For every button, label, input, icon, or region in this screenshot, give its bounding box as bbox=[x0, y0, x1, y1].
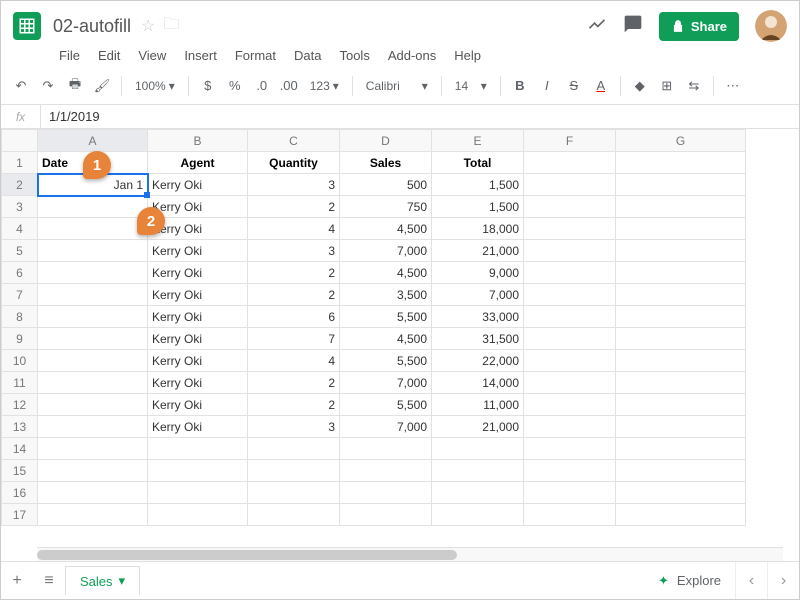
menu-edit[interactable]: Edit bbox=[90, 46, 128, 65]
currency-icon[interactable]: $ bbox=[198, 76, 218, 96]
table-row: 9Kerry Oki74,50031,500 bbox=[2, 328, 746, 350]
col-header-e[interactable]: E bbox=[432, 130, 524, 152]
table-row: 3Kerry Oki27501,500 bbox=[2, 196, 746, 218]
col-header-g[interactable]: G bbox=[616, 130, 746, 152]
menu-file[interactable]: File bbox=[51, 46, 88, 65]
bold-icon[interactable]: B bbox=[510, 76, 530, 96]
cell[interactable]: Agent bbox=[148, 152, 248, 174]
row-header[interactable]: 2 bbox=[2, 174, 38, 196]
fx-label: fx bbox=[1, 105, 41, 128]
callout-2: 2 bbox=[137, 207, 165, 235]
menu-data[interactable]: Data bbox=[286, 46, 329, 65]
cell[interactable]: Quantity bbox=[248, 152, 340, 174]
nav-right-icon[interactable]: › bbox=[767, 562, 799, 599]
decrease-decimal-icon[interactable]: .0 bbox=[252, 76, 272, 96]
menu-addons[interactable]: Add-ons bbox=[380, 46, 444, 65]
sheet-tab-bar: + ≡ Sales ▾ ✦Explore ‹ › bbox=[1, 561, 799, 599]
col-header-b[interactable]: B bbox=[148, 130, 248, 152]
cell[interactable] bbox=[524, 152, 616, 174]
menu-help[interactable]: Help bbox=[446, 46, 489, 65]
cell[interactable]: Kerry Oki bbox=[148, 174, 248, 196]
table-row: 10Kerry Oki45,50022,000 bbox=[2, 350, 746, 372]
table-row: 13Kerry Oki37,00021,000 bbox=[2, 416, 746, 438]
more-icon[interactable]: ⋯ bbox=[723, 76, 743, 96]
table-row: 1 Date Agent Quantity Sales Total bbox=[2, 152, 746, 174]
select-all-corner[interactable] bbox=[2, 130, 38, 152]
text-color-icon[interactable]: A bbox=[591, 76, 611, 96]
table-row: 12Kerry Oki25,50011,000 bbox=[2, 394, 746, 416]
strike-icon[interactable]: S bbox=[564, 76, 584, 96]
cell[interactable]: 1,500 bbox=[432, 174, 524, 196]
table-row: 7Kerry Oki23,5007,000 bbox=[2, 284, 746, 306]
table-row: 8Kerry Oki65,50033,000 bbox=[2, 306, 746, 328]
explore-button[interactable]: ✦Explore bbox=[644, 573, 735, 589]
italic-icon[interactable]: I bbox=[537, 76, 557, 96]
cell[interactable] bbox=[524, 174, 616, 196]
menu-view[interactable]: View bbox=[130, 46, 174, 65]
menu-tools[interactable]: Tools bbox=[331, 46, 377, 65]
row-header[interactable]: 1 bbox=[2, 152, 38, 174]
col-header-a[interactable]: A bbox=[38, 130, 148, 152]
borders-icon[interactable]: ⊞ bbox=[657, 76, 677, 96]
table-row: 4Kerry Oki44,50018,000 bbox=[2, 218, 746, 240]
table-row: 5Kerry Oki37,00021,000 bbox=[2, 240, 746, 262]
title-bar: 02-autofill ☆ 🗀 Share bbox=[1, 1, 799, 43]
tab-sales[interactable]: Sales ▾ bbox=[65, 566, 140, 595]
formula-bar: fx 1/1/2019 bbox=[1, 105, 799, 129]
spreadsheet-grid[interactable]: A B C D E F G 1 Date Agent Quantity Sale… bbox=[1, 129, 799, 585]
nav-left-icon[interactable]: ‹ bbox=[735, 562, 767, 599]
col-header-f[interactable]: F bbox=[524, 130, 616, 152]
fill-color-icon[interactable]: ◆ bbox=[630, 76, 650, 96]
table-row: 17 bbox=[2, 504, 746, 526]
sheets-logo[interactable] bbox=[13, 12, 41, 40]
cell[interactable]: Total bbox=[432, 152, 524, 174]
table-row: 15 bbox=[2, 460, 746, 482]
comments-icon[interactable] bbox=[623, 14, 643, 39]
table-row: 11Kerry Oki27,00014,000 bbox=[2, 372, 746, 394]
toolbar: ↶ ↷ 🖶 🖌 100% ▾ $ % .0 .00 123▾ Calibri ▾… bbox=[1, 67, 799, 105]
cell[interactable]: 500 bbox=[340, 174, 432, 196]
font-size-select[interactable]: 14 ▾ bbox=[451, 79, 491, 93]
redo-icon[interactable]: ↷ bbox=[38, 76, 58, 96]
menu-format[interactable]: Format bbox=[227, 46, 284, 65]
undo-icon[interactable]: ↶ bbox=[11, 76, 31, 96]
column-header-row: A B C D E F G bbox=[2, 130, 746, 152]
cell[interactable] bbox=[616, 174, 746, 196]
table-row: 2 Jan 1 Kerry Oki 3 500 1,500 bbox=[2, 174, 746, 196]
cell[interactable] bbox=[616, 152, 746, 174]
table-row: 6Kerry Oki24,5009,000 bbox=[2, 262, 746, 284]
cell[interactable]: 3 bbox=[248, 174, 340, 196]
callout-1: 1 bbox=[83, 151, 111, 179]
menu-bar: File Edit View Insert Format Data Tools … bbox=[1, 43, 799, 67]
avatar[interactable] bbox=[755, 10, 787, 42]
print-icon[interactable]: 🖶 bbox=[65, 76, 85, 96]
trend-icon[interactable] bbox=[587, 14, 607, 39]
paint-format-icon[interactable]: 🖌 bbox=[92, 76, 112, 96]
document-name[interactable]: 02-autofill bbox=[53, 16, 131, 37]
percent-icon[interactable]: % bbox=[225, 76, 245, 96]
add-sheet-button[interactable]: + bbox=[1, 572, 33, 590]
table-row: 16 bbox=[2, 482, 746, 504]
menu-insert[interactable]: Insert bbox=[176, 46, 225, 65]
zoom-select[interactable]: 100% ▾ bbox=[131, 79, 179, 93]
col-header-d[interactable]: D bbox=[340, 130, 432, 152]
col-header-c[interactable]: C bbox=[248, 130, 340, 152]
merge-icon[interactable]: ⇆ bbox=[684, 76, 704, 96]
cell[interactable]: Sales bbox=[340, 152, 432, 174]
table-row: 14 bbox=[2, 438, 746, 460]
share-button[interactable]: Share bbox=[659, 12, 739, 41]
star-icon[interactable]: ☆ bbox=[141, 16, 155, 36]
folder-icon[interactable]: 🗀 bbox=[163, 13, 179, 40]
formula-input[interactable]: 1/1/2019 bbox=[41, 109, 100, 124]
increase-decimal-icon[interactable]: .00 bbox=[279, 76, 299, 96]
all-sheets-button[interactable]: ≡ bbox=[33, 572, 65, 590]
horizontal-scrollbar[interactable] bbox=[37, 547, 783, 561]
number-format-select[interactable]: 123▾ bbox=[306, 79, 343, 93]
font-select[interactable]: Calibri ▾ bbox=[362, 79, 432, 93]
